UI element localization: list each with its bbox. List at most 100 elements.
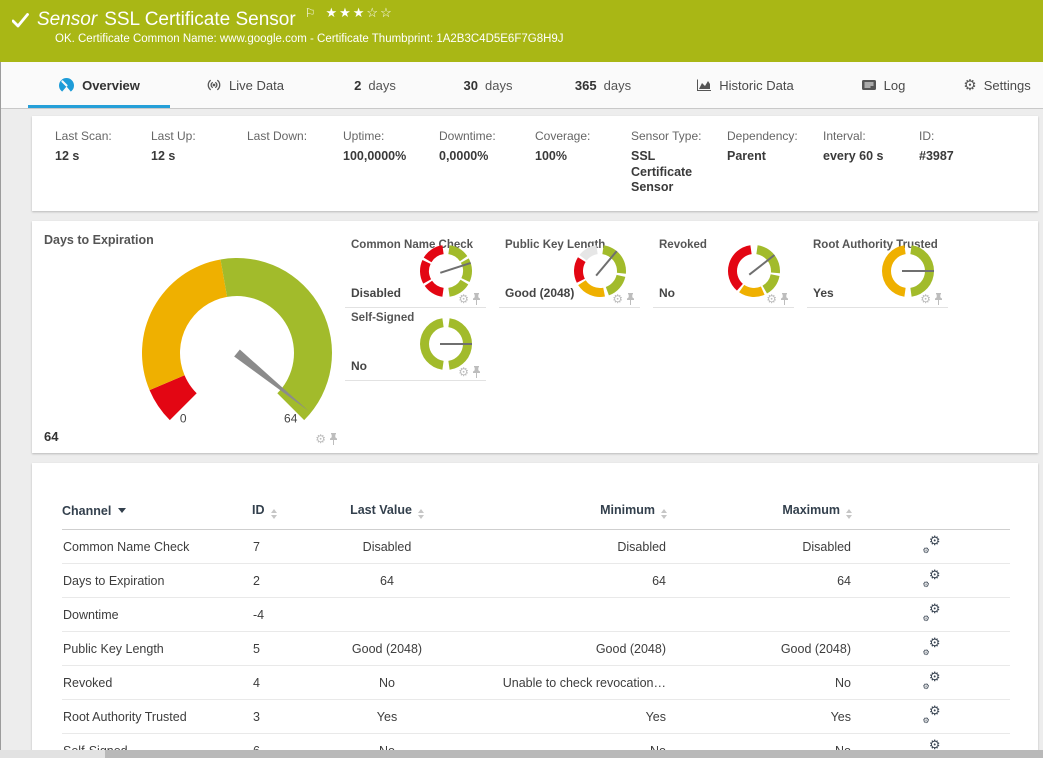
col-minimum[interactable]: Minimum	[462, 503, 667, 530]
tab-365-days[interactable]: 365 days	[558, 62, 648, 108]
gauges-panel: Days to Expiration 064 64 ⚙ Common Name …	[32, 221, 1038, 453]
cell-minimum: Yes	[462, 700, 667, 734]
page-title: SSL Certificate Sensor	[104, 9, 296, 31]
gear-icon[interactable]: ⚙	[766, 293, 777, 305]
cell-maximum: Yes	[667, 700, 852, 734]
tab-live-data[interactable]: Live Data	[193, 62, 297, 108]
table-row[interactable]: Public Key Length 5 Good (2048) Good (20…	[62, 632, 1010, 666]
flag-icon[interactable]: ⚐	[305, 6, 316, 20]
pin-icon[interactable]	[780, 293, 789, 305]
cell-minimum: Disabled	[462, 530, 667, 564]
channel-settings-icon[interactable]: ⚙⚙	[922, 707, 941, 724]
gear-icon[interactable]: ⚙	[315, 433, 326, 445]
channel-settings-icon[interactable]: ⚙⚙	[922, 605, 941, 622]
log-icon	[861, 77, 877, 93]
pin-icon[interactable]	[934, 293, 943, 305]
sort-icon	[661, 509, 667, 519]
channel-settings-icon[interactable]: ⚙⚙	[922, 639, 941, 656]
info-label: Last Down:	[247, 129, 343, 143]
broadcast-icon	[206, 77, 222, 93]
tab-label: days	[485, 78, 512, 93]
channel-settings-icon[interactable]: ⚙⚙	[922, 537, 941, 554]
sensor-status-message: OK. Certificate Common Name: www.google.…	[0, 33, 1043, 45]
table-row[interactable]: Downtime -4 ⚙⚙	[62, 598, 1010, 632]
tab-label: Historic Data	[719, 78, 793, 93]
channel-gauge	[419, 317, 473, 371]
pin-icon[interactable]	[472, 293, 481, 305]
col-channel[interactable]: Channel	[62, 503, 252, 530]
channel-settings-icon[interactable]: ⚙⚙	[922, 673, 941, 690]
channel-gauge-title: Revoked	[659, 239, 707, 251]
gear-icon[interactable]: ⚙	[458, 293, 469, 305]
channel-table: Channel ID Last Value Minimum Maximum Co…	[62, 503, 1010, 758]
channel-gauge-cell: Self-Signed No ⚙	[345, 308, 486, 381]
tab-label: Settings	[984, 78, 1031, 93]
tab-settings[interactable]: ⚙ Settings	[952, 62, 1042, 108]
table-row[interactable]: Revoked 4 No Unable to check revocation……	[62, 666, 1010, 700]
cell-last-value: No	[312, 666, 462, 700]
cell-actions: ⚙⚙	[852, 598, 1010, 632]
cell-maximum	[667, 598, 852, 632]
table-row[interactable]: Days to Expiration 2 64 64 64 ⚙⚙	[62, 564, 1010, 598]
cell-minimum	[462, 598, 667, 632]
channel-gauge-cell: Common Name Check Disabled ⚙	[345, 235, 486, 308]
gear-icon[interactable]: ⚙	[920, 293, 931, 305]
info-value: every 60 s	[823, 149, 919, 165]
gauge-tools: ⚙	[920, 293, 943, 305]
col-id[interactable]: ID	[252, 503, 312, 530]
info-value: 12 s	[55, 149, 151, 165]
object-kind-label: Sensor	[37, 9, 97, 31]
sort-desc-icon	[118, 508, 126, 513]
cell-maximum: No	[667, 666, 852, 700]
tab-number: 2	[354, 78, 361, 93]
gear-icon[interactable]: ⚙	[458, 366, 469, 378]
tab-log[interactable]: Log	[850, 62, 916, 108]
col-maximum[interactable]: Maximum	[667, 503, 852, 530]
info-label: Dependency:	[727, 129, 823, 143]
cell-id: 2	[252, 564, 312, 598]
info-label: ID:	[919, 129, 1015, 143]
col-last-value[interactable]: Last Value	[312, 503, 462, 530]
cell-actions: ⚙⚙	[852, 700, 1010, 734]
info-strip: Last Scan: 12 s Last Up: 12 s Last Down:…	[32, 116, 1038, 211]
table-row[interactable]: Root Authority Trusted 3 Yes Yes Yes ⚙⚙	[62, 700, 1010, 734]
ok-check-icon	[12, 13, 29, 28]
info-value: 100%	[535, 149, 631, 165]
pin-icon[interactable]	[626, 293, 635, 305]
scrollbar-thumb[interactable]	[105, 750, 1043, 758]
channel-settings-icon[interactable]: ⚙⚙	[922, 571, 941, 588]
info-item: Last Down:	[247, 129, 343, 211]
info-value: SSL Certificate Sensor	[631, 149, 727, 196]
info-label: Sensor Type:	[631, 129, 727, 143]
info-item: Sensor Type: SSL Certificate Sensor	[631, 129, 727, 211]
priority-stars[interactable]: ★★★☆☆	[325, 5, 393, 21]
tab-overview[interactable]: Overview	[28, 62, 170, 108]
sensor-title-row: Sensor SSL Certificate Sensor ⚐ ★★★☆☆	[0, 0, 1043, 31]
channel-gauge	[727, 244, 781, 298]
cell-id: 4	[252, 666, 312, 700]
tab-2-days[interactable]: 2 days	[338, 62, 412, 108]
info-label: Last Scan:	[55, 129, 151, 143]
channel-gauge-value: Disabled	[351, 286, 401, 300]
tab-30-days[interactable]: 30 days	[448, 62, 528, 108]
info-item: Last Up: 12 s	[151, 129, 247, 211]
info-value: #3987	[919, 149, 1015, 165]
info-value: 0,0000%	[439, 149, 535, 165]
info-label: Uptime:	[343, 129, 439, 143]
tab-label: days	[604, 78, 631, 93]
info-value: Parent	[727, 149, 823, 165]
table-row[interactable]: Common Name Check 7 Disabled Disabled Di…	[62, 530, 1010, 564]
days-to-expiration-gauge: 064	[87, 243, 387, 448]
pin-icon[interactable]	[472, 366, 481, 378]
cell-minimum: Good (2048)	[462, 632, 667, 666]
channel-gauge-value: Yes	[813, 286, 834, 300]
primary-gauge-block: Days to Expiration 064 64 ⚙	[32, 221, 345, 453]
info-label: Downtime:	[439, 129, 535, 143]
sensor-tabbar: Overview Live Data 2 days 30 days	[0, 62, 1043, 109]
cell-actions: ⚙⚙	[852, 666, 1010, 700]
tab-historic-data[interactable]: Historic Data	[680, 62, 810, 108]
horizontal-scrollbar[interactable]	[0, 750, 1043, 758]
info-item: Uptime: 100,0000%	[343, 129, 439, 211]
gear-icon[interactable]: ⚙	[612, 293, 623, 305]
pin-icon[interactable]	[329, 433, 338, 445]
